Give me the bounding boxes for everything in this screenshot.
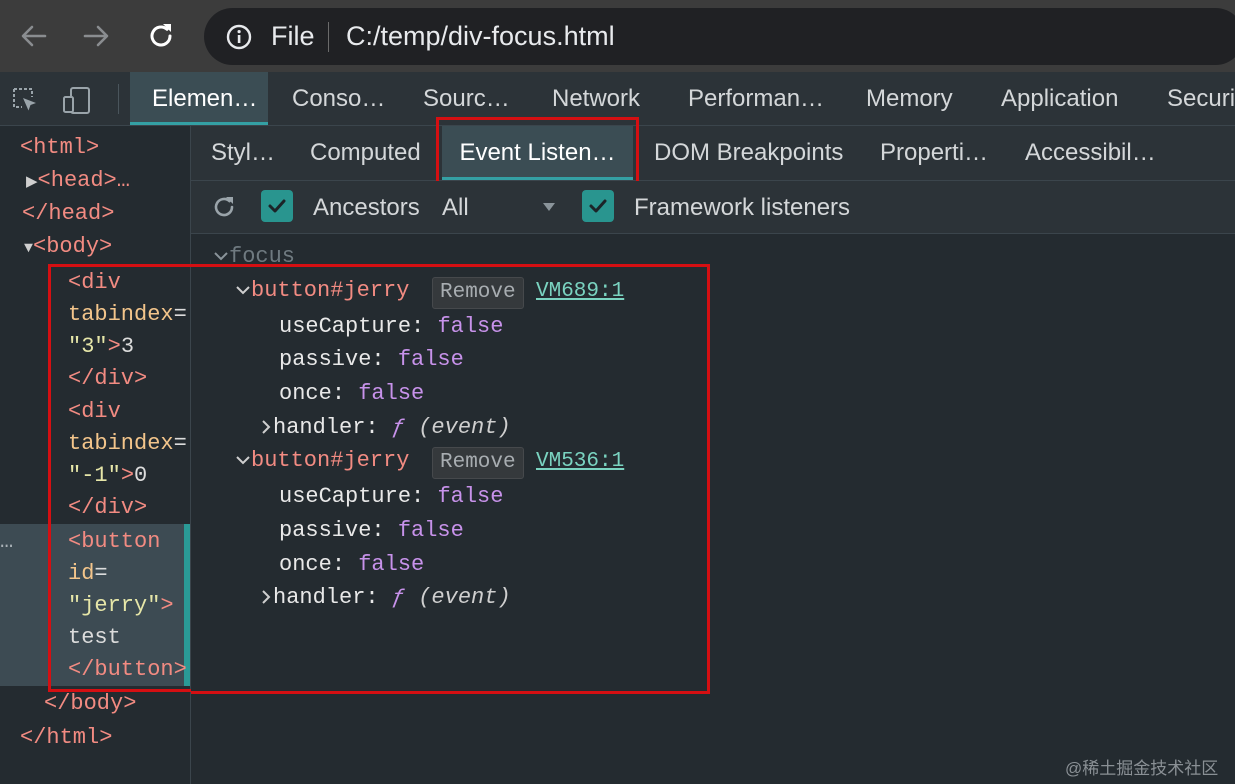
ancestors-label: Ancestors bbox=[313, 194, 420, 221]
highlight-box-event-listeners-tab bbox=[436, 117, 639, 184]
tree-row-body[interactable]: ▼<body> bbox=[24, 232, 112, 264]
reload-icon bbox=[150, 24, 172, 47]
checkmark-icon bbox=[268, 199, 286, 213]
address-bar[interactable]: File C:/temp/div-focus.html bbox=[204, 8, 1235, 65]
framework-listeners-checkbox[interactable] bbox=[582, 190, 614, 222]
back-button[interactable] bbox=[14, 16, 54, 56]
tree-row-head-close[interactable]: </head> bbox=[22, 199, 114, 229]
tab-styles[interactable]: Styl… bbox=[211, 126, 275, 180]
tree-row-html-close[interactable]: </html> bbox=[20, 723, 112, 753]
device-toolbar-icon[interactable] bbox=[62, 85, 92, 115]
expand-triangle-icon[interactable]: ▶ bbox=[26, 174, 38, 191]
collapse-triangle-icon[interactable]: ▼ bbox=[24, 240, 33, 257]
protocol-label: File bbox=[271, 21, 315, 51]
tree-row-ellipsis[interactable]: … bbox=[0, 527, 13, 557]
tab-performance[interactable]: Performan… bbox=[688, 72, 824, 125]
tree-row-html[interactable]: <html> bbox=[20, 133, 99, 163]
reload-button[interactable] bbox=[141, 16, 181, 56]
tab-application[interactable]: Application bbox=[1001, 72, 1118, 125]
forward-arrow-icon bbox=[83, 25, 109, 47]
tab-computed[interactable]: Computed bbox=[310, 126, 421, 180]
tab-dom-breakpoints[interactable]: DOM Breakpoints bbox=[654, 126, 843, 180]
filter-value: All bbox=[442, 194, 469, 221]
listener-filter-select[interactable]: All bbox=[442, 181, 562, 233]
tab-accessibility[interactable]: Accessibil… bbox=[1025, 126, 1156, 180]
toolbar-divider bbox=[118, 84, 119, 114]
elements-subtabbar: Styl… Computed Event Listen… DOM Breakpo… bbox=[191, 126, 1235, 181]
back-arrow-icon bbox=[21, 25, 47, 47]
checkmark-icon bbox=[589, 199, 607, 213]
tab-console[interactable]: Conso… bbox=[292, 72, 385, 125]
framework-listeners-label: Framework listeners bbox=[634, 194, 851, 221]
watermark: @稀土掘金技术社区 bbox=[1065, 759, 1219, 778]
tree-row-head[interactable]: ▶<head>… bbox=[26, 166, 130, 198]
info-icon[interactable] bbox=[226, 24, 252, 50]
highlight-box-dom-nodes bbox=[48, 264, 193, 692]
ancestors-checkbox[interactable] bbox=[261, 190, 293, 222]
highlight-box-listeners bbox=[191, 264, 710, 694]
forward-button[interactable] bbox=[76, 16, 116, 56]
url-text[interactable]: C:/temp/div-focus.html bbox=[346, 21, 615, 52]
chevron-down-icon bbox=[214, 252, 228, 261]
refresh-icon[interactable] bbox=[211, 194, 237, 220]
tab-elements[interactable]: Elemen… bbox=[130, 72, 268, 125]
tab-security[interactable]: Securi bbox=[1167, 72, 1235, 125]
address-separator bbox=[328, 22, 329, 52]
event-listeners-toolbar: Ancestors All Framework listeners bbox=[191, 181, 1235, 234]
tab-properties[interactable]: Properti… bbox=[880, 126, 988, 180]
browser-toolbar: File C:/temp/div-focus.html bbox=[0, 0, 1235, 72]
inspect-element-icon[interactable] bbox=[10, 85, 40, 115]
tab-memory[interactable]: Memory bbox=[866, 72, 953, 125]
chevron-down-icon bbox=[543, 203, 555, 211]
tree-row-body-close[interactable]: </body> bbox=[44, 689, 136, 719]
